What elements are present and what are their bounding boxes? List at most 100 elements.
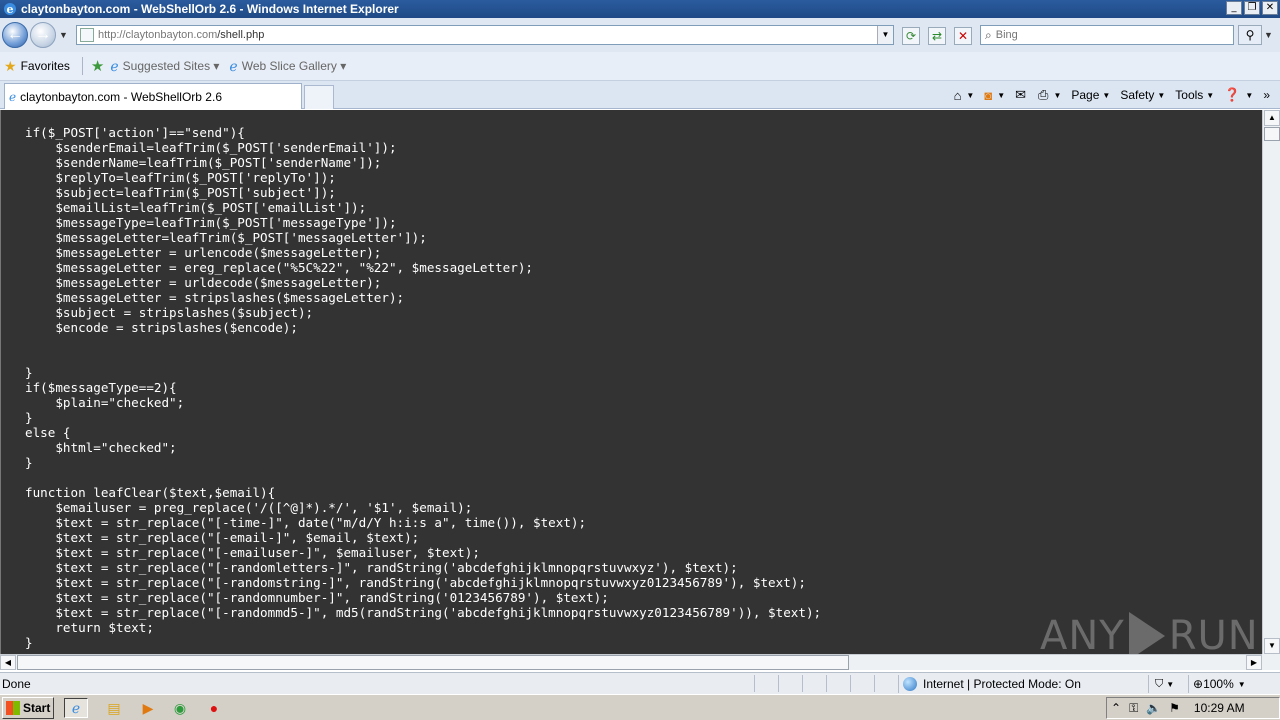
- web-slice-gallery-link[interactable]: ℯ Web Slice Gallery ▾: [229, 58, 346, 75]
- stop-icon[interactable]: ✕: [954, 27, 972, 45]
- shield-icon: ⛉: [1155, 677, 1164, 690]
- page-content: if($_POST['action']=="send"){ $senderEma…: [0, 110, 1262, 654]
- recent-pages-dropdown-icon[interactable]: ▼: [59, 30, 68, 40]
- code-line: $replyTo=leafTrim($_POST['replyTo']);: [25, 170, 336, 185]
- feeds-button[interactable]: ◙ ▼: [984, 88, 1005, 103]
- action-center-flag-icon[interactable]: ⚑: [1169, 701, 1180, 715]
- status-text: Done: [2, 677, 31, 691]
- code-line: $plain="checked";: [25, 395, 185, 410]
- volume-icon[interactable]: 🔈: [1146, 701, 1161, 715]
- more-commands-button[interactable]: »: [1263, 88, 1270, 102]
- help-icon: ❓: [1224, 87, 1241, 102]
- media-player-taskbar-icon[interactable]: ▶: [136, 698, 160, 718]
- scroll-corner: [1262, 654, 1280, 670]
- scroll-down-icon[interactable]: ▼: [1264, 638, 1280, 654]
- anyrun-watermark: ANY RUN: [1040, 612, 1259, 660]
- new-tab-button[interactable]: [304, 85, 334, 109]
- add-to-favorites-bar-icon[interactable]: ★: [91, 57, 104, 75]
- address-bar[interactable]: http://claytonbayton.com/shell.php ▼: [76, 25, 894, 45]
- network-icon[interactable]: ⚿: [1129, 701, 1138, 716]
- back-button[interactable]: ←: [2, 22, 28, 48]
- source-code-block: if($_POST['action']=="send"){ $senderEma…: [25, 125, 821, 650]
- folder-taskbar-icon[interactable]: ▤: [102, 698, 126, 718]
- home-button[interactable]: ⌂ ▼: [954, 88, 975, 103]
- back-arrow-icon: ←: [7, 26, 23, 43]
- refresh-icon[interactable]: ⇄: [928, 27, 946, 45]
- antivirus-taskbar-icon[interactable]: ●: [202, 698, 226, 718]
- printer-icon: ⎙: [1038, 87, 1049, 102]
- code-line: $senderEmail=leafTrim($_POST['senderEmai…: [25, 140, 397, 155]
- clock[interactable]: 10:29 AM: [1194, 701, 1245, 715]
- read-mail-button[interactable]: ✉: [1015, 87, 1028, 103]
- show-hidden-icons-icon[interactable]: ⌃: [1111, 701, 1121, 715]
- restore-button[interactable]: ❐: [1244, 1, 1260, 15]
- ie-logo-icon: e: [4, 3, 16, 16]
- code-line: $messageLetter = urlencode($messageLette…: [25, 245, 382, 260]
- favorites-button[interactable]: ★ Favorites: [4, 58, 70, 75]
- forward-arrow-icon: →: [35, 26, 51, 43]
- zoom-icon: ⊕: [1193, 677, 1204, 691]
- system-tray: ⌃ ⚿ 🔈 ⚑ 10:29 AM: [1106, 697, 1280, 719]
- search-box[interactable]: ⌕: [980, 25, 1234, 45]
- protected-mode-button[interactable]: ⛉ ▼: [1148, 675, 1174, 693]
- favorites-label: Favorites: [20, 59, 70, 73]
- tab-bar: ℯ claytonbayton.com - WebShellOrb 2.6 ⌂ ▼…: [0, 81, 1280, 109]
- mail-icon: ✉: [1015, 87, 1027, 102]
- search-button[interactable]: ⚲: [1238, 25, 1262, 45]
- close-window-button[interactable]: ✕: [1262, 1, 1278, 15]
- page-menu[interactable]: Page ▼: [1071, 88, 1110, 102]
- security-zone[interactable]: Internet | Protected Mode: On: [898, 675, 1081, 693]
- search-input[interactable]: [995, 29, 1216, 41]
- code-line: $emailuser = preg_replace('/([^@]*).*/',…: [25, 500, 473, 515]
- scroll-up-icon[interactable]: ▲: [1264, 110, 1280, 126]
- forward-button[interactable]: →: [30, 22, 56, 48]
- code-line: $text = str_replace("[-randommd5-]", md5…: [25, 605, 822, 620]
- safety-menu[interactable]: Safety ▼: [1120, 88, 1165, 102]
- suggested-sites-label: Suggested Sites ▾: [122, 59, 220, 73]
- help-menu[interactable]: ❓ ▼: [1224, 87, 1253, 103]
- code-line: else {: [25, 425, 71, 440]
- code-line: $emailList=leafTrim($_POST['emailList'])…: [25, 200, 367, 215]
- code-line: }: [25, 410, 33, 425]
- magnifier-icon: ⚲: [1245, 28, 1255, 42]
- chrome-taskbar-icon[interactable]: ◉: [168, 698, 192, 718]
- status-panes: [754, 675, 898, 692]
- code-line: $messageLetter = stripslashes($messageLe…: [25, 290, 405, 305]
- scroll-right-icon[interactable]: ▶: [1246, 655, 1262, 670]
- tab-label: claytonbayton.com - WebShellOrb 2.6: [20, 89, 222, 104]
- ie-taskbar-icon[interactable]: ℯ: [64, 698, 88, 718]
- ie-page-icon: ℯ: [110, 57, 119, 74]
- print-button[interactable]: ⎙ ▼: [1038, 87, 1061, 103]
- code-line: $text = str_replace("[-email-]", $email,…: [25, 530, 420, 545]
- ie-tab-icon: ℯ: [9, 89, 17, 104]
- vertical-scrollbar[interactable]: ▲ ▼: [1262, 110, 1280, 654]
- horizontal-scroll-thumb[interactable]: [17, 655, 849, 670]
- tab-webshellorb[interactable]: ℯ claytonbayton.com - WebShellOrb 2.6: [4, 83, 302, 109]
- code-line: $encode = stripslashes($encode);: [25, 320, 298, 335]
- page-icon: [80, 28, 94, 42]
- vertical-scroll-thumb[interactable]: [1264, 127, 1280, 141]
- scroll-left-icon[interactable]: ◀: [0, 655, 16, 670]
- code-line: }: [25, 365, 33, 380]
- code-line: if($_POST['action']=="send"){: [25, 125, 245, 140]
- status-bar: Done Internet | Protected Mode: On ⛉ ▼ ⊕ …: [0, 672, 1280, 694]
- rss-feed-icon: ◙: [984, 87, 993, 103]
- home-icon: ⌂: [953, 87, 962, 103]
- code-line: return $text;: [25, 620, 154, 635]
- start-button[interactable]: Start: [2, 697, 54, 719]
- minimize-button[interactable]: _: [1226, 1, 1242, 15]
- search-options-icon[interactable]: ▼: [1264, 30, 1273, 40]
- horizontal-scrollbar[interactable]: ◀ ▶: [0, 654, 1262, 670]
- suggested-sites-link[interactable]: ℯ Suggested Sites ▾: [110, 58, 219, 75]
- address-url[interactable]: http://claytonbayton.com/shell.php: [98, 29, 264, 41]
- zoom-button[interactable]: ⊕ 100% ▼: [1188, 675, 1246, 693]
- code-line: $messageLetter = ereg_replace("%5C%22", …: [25, 260, 533, 275]
- play-logo-icon: [1128, 612, 1165, 660]
- code-line: $text = str_replace("[-randomnumber-]", …: [25, 590, 609, 605]
- address-dropdown-icon[interactable]: ▼: [877, 26, 893, 44]
- compatibility-view-icon[interactable]: ⟳: [902, 27, 920, 45]
- internet-globe-icon: [903, 677, 917, 691]
- tools-menu[interactable]: Tools ▼: [1175, 88, 1214, 102]
